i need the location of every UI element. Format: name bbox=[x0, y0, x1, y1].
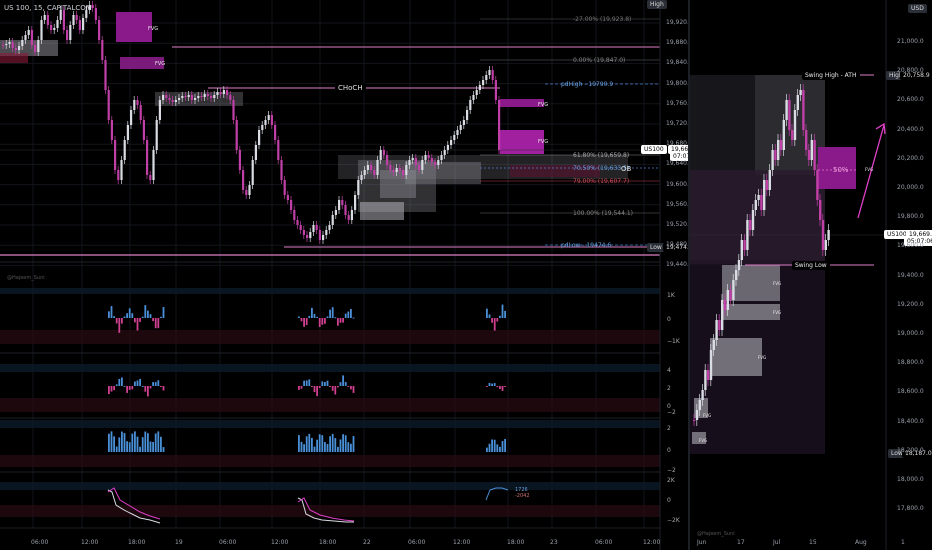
pdhigh-label: pdHigh - 19790.9 bbox=[561, 81, 614, 88]
fib-level-label: -27.00% (19,923.8) bbox=[573, 16, 632, 23]
price-axis-label: 20,600.0 bbox=[897, 96, 924, 104]
indicator-axis-label: −2 bbox=[667, 409, 676, 416]
price-axis-label: 19,000.0 bbox=[897, 330, 924, 337]
indicator-axis-label: 4 bbox=[667, 367, 671, 374]
indicator-axis-label: 2 bbox=[667, 385, 671, 392]
indicator-axis-label: 2K bbox=[667, 477, 675, 484]
price-axis-label: 18,600.0 bbox=[897, 388, 924, 396]
indicator-axis-label: 0 bbox=[667, 497, 671, 504]
price-axis-label: 19,640.0 bbox=[666, 160, 688, 168]
time-axis-label: 06:00 bbox=[31, 539, 49, 546]
fvg-label: FVG bbox=[865, 167, 874, 172]
daily-chart-panel[interactable]: USD Swing High - ATH Swing Low 50% FVG F… bbox=[690, 0, 932, 550]
price-axis-label: 19,200.0 bbox=[897, 300, 924, 308]
price-axis-label: 19,480.0 bbox=[666, 241, 688, 249]
time-axis-label: 12:00 bbox=[271, 539, 289, 546]
fvg-label: FVG bbox=[703, 413, 712, 418]
time-axis-label: 12:00 bbox=[453, 539, 471, 546]
fifty-percent-label: 50% bbox=[833, 166, 849, 174]
watermark: @Hajeem_Suni bbox=[7, 275, 45, 281]
swing-low-label: Swing Low bbox=[792, 261, 830, 270]
price-axis-label: 19,760.0 bbox=[666, 99, 688, 107]
fvg-label: FVG bbox=[699, 438, 708, 443]
watermark: @Hajeem_Suni bbox=[697, 531, 735, 537]
price-axis-label: 18,200.0 bbox=[897, 446, 924, 454]
price-axis-label: 19,560.0 bbox=[666, 200, 688, 208]
intraday-chart-panel[interactable]: US 100, 15, CAPITALCOM -27.00% (19,923.8… bbox=[0, 0, 688, 550]
fib-level-label: 79.00% (19,607.7) bbox=[573, 178, 630, 185]
currency-button[interactable]: USD bbox=[908, 4, 927, 13]
price-axis-label: 19,800.0 bbox=[897, 213, 924, 221]
time-axis-label: 18:00 bbox=[319, 539, 337, 546]
indicator-axis-label: 0 bbox=[667, 447, 671, 454]
time-axis-label: 23 bbox=[550, 539, 558, 546]
fvg-label: FVG bbox=[155, 61, 166, 67]
price-axis-label: 21,000.0 bbox=[897, 38, 924, 45]
fvg-label: FVG bbox=[758, 355, 767, 360]
price-axis-label: 19,800.0 bbox=[666, 79, 688, 87]
fvg-label: FVG bbox=[773, 310, 782, 315]
price-axis-label: 18,800.0 bbox=[897, 359, 924, 367]
indicator-axis-label: 1K bbox=[667, 292, 675, 299]
price-axis-label: 20,200.0 bbox=[897, 154, 924, 162]
fib-level-label: 100.00% (19,544.1) bbox=[573, 210, 634, 217]
symbol-title: US 100, 15, CAPITALCOM bbox=[4, 4, 92, 12]
price-axis-label: 17,800.0 bbox=[897, 505, 924, 513]
fib-level-label: 0.00% (19,847.0) bbox=[573, 57, 626, 64]
indicator-axis-label: 2 bbox=[667, 425, 671, 432]
time-axis-label: 18:00 bbox=[128, 539, 146, 546]
time-axis-label: 06:00 bbox=[219, 539, 237, 546]
price-axis-label: 18,400.0 bbox=[897, 417, 924, 425]
indicator-axis-label: −2K bbox=[667, 517, 680, 524]
time-axis-label: Aug bbox=[855, 539, 867, 546]
price-axis-label: 19,440.0 bbox=[666, 261, 688, 269]
time-axis-label: 12:00 bbox=[643, 539, 661, 546]
time-axis-label: Jul bbox=[773, 539, 781, 546]
swing-high-label: Swing High - ATH bbox=[802, 71, 860, 80]
time-axis-label: 06:00 bbox=[595, 539, 613, 546]
price-axis-label: 19,600.0 bbox=[666, 180, 688, 188]
time-axis-label: 06:00 bbox=[408, 539, 426, 546]
price-axis-label: 19,720.0 bbox=[666, 120, 688, 127]
price-axis-label: 19,920.0 bbox=[666, 19, 688, 26]
indicator-axis-label: −1K bbox=[667, 338, 680, 345]
price-axis-label: 19,520.0 bbox=[666, 221, 688, 228]
price-axis-label: 19,880.0 bbox=[666, 39, 688, 47]
indicator-axis-label: −2 bbox=[667, 467, 676, 474]
time-axis-label: 1 bbox=[901, 539, 905, 546]
fvg-label: FVG bbox=[773, 281, 782, 286]
time-axis-label: 19 bbox=[175, 539, 183, 546]
price-axis-label: 19,840.0 bbox=[666, 59, 688, 67]
price-axis-label: 20,000.0 bbox=[897, 184, 924, 191]
fvg-label: FVG bbox=[538, 139, 549, 145]
fvg-label: FVG bbox=[148, 26, 159, 32]
time-axis-label: Jun bbox=[697, 539, 707, 546]
price-axis-label: 20,400.0 bbox=[897, 125, 924, 133]
choch-label: CHoCH bbox=[335, 83, 366, 93]
price-axis-label: 19,680.0 bbox=[666, 140, 688, 148]
time-axis-label: 12:00 bbox=[81, 539, 99, 546]
indicator-axis-label: 0 bbox=[667, 316, 671, 323]
fib-level-label: 61.80% (19,659.8) bbox=[573, 152, 630, 159]
price-axis-label: 19,600.0 bbox=[897, 242, 924, 250]
time-axis-label: 15 bbox=[809, 539, 817, 546]
indicator-value: -2042 bbox=[515, 493, 530, 499]
time-axis-label: 22 bbox=[363, 539, 371, 546]
high-tag: High bbox=[647, 0, 667, 9]
price-axis-label: 18,000.0 bbox=[897, 476, 924, 483]
price-axis-label: 19,400.0 bbox=[897, 271, 924, 279]
time-axis-label: 17 bbox=[737, 539, 745, 546]
time-axis-label: 18:00 bbox=[507, 539, 525, 546]
ob-label: OB bbox=[621, 165, 632, 173]
price-axis-label: 20,800.0 bbox=[897, 67, 924, 75]
fvg-label: FVG bbox=[538, 102, 549, 108]
pdlow-label: pdLow - 19474.6 bbox=[561, 242, 612, 249]
